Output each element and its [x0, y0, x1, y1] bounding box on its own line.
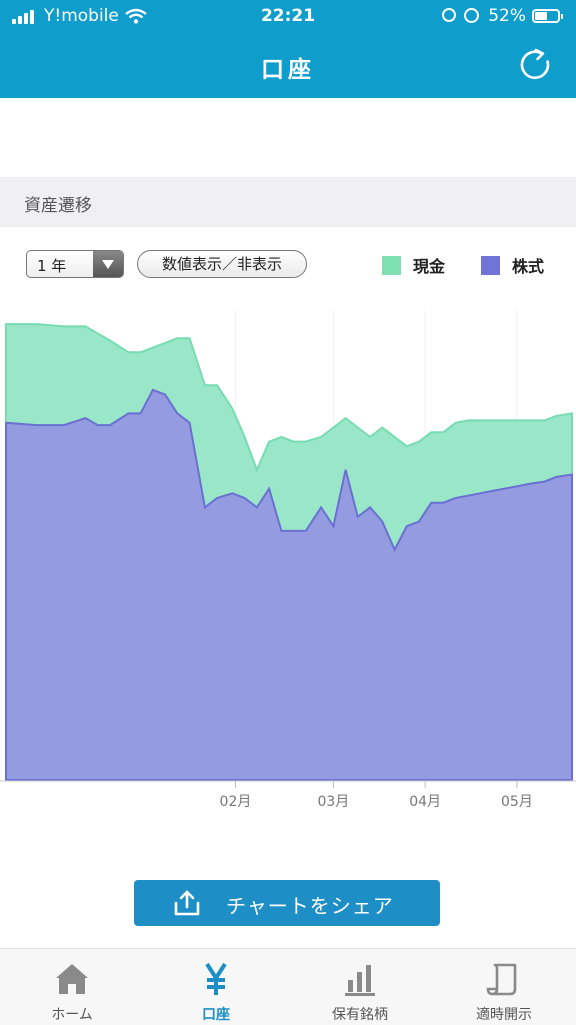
tab-holdings[interactable]: 保有銘柄: [288, 949, 432, 1025]
tab-account[interactable]: 口座: [144, 949, 288, 1025]
alarm-icon: [464, 8, 479, 23]
page-title: 口座: [261, 57, 315, 83]
share-icon: [174, 890, 200, 916]
stocks-swatch: [481, 256, 500, 275]
battery-icon: [532, 9, 563, 23]
x-axis-ticks: 02月 03月 04月 05月: [220, 781, 533, 810]
nav-bar: 口座: [0, 34, 576, 98]
yen-icon: [205, 962, 227, 995]
tab-label-home: ホーム: [51, 1007, 93, 1023]
document-icon: [486, 963, 517, 996]
legend-item-cash: 現金: [382, 253, 445, 277]
legend-item-stocks: 株式: [481, 253, 544, 277]
x-tick-label: 04月: [409, 794, 441, 810]
tab-bar: ホーム 口座 保有銘柄 適時開示: [0, 948, 576, 1025]
rotation-lock-icon: [442, 8, 456, 22]
bar-chart-icon: [345, 965, 375, 996]
x-tick-label: 03月: [317, 794, 349, 810]
status-bar: Y!mobile 22:21 52%: [0, 0, 576, 34]
refresh-icon[interactable]: [516, 46, 554, 84]
legend-label-cash: 現金: [413, 257, 446, 276]
asset-transition-chart: 02月 03月 04月 05月: [0, 310, 576, 810]
tab-label-holdings: 保有銘柄: [332, 1007, 388, 1023]
period-select[interactable]: 1 年: [26, 250, 124, 278]
section-header: 資産遷移: [0, 177, 576, 227]
share-chart-button[interactable]: チャートをシェア: [134, 880, 440, 926]
toggle-values-button[interactable]: 数値表示／非表示: [137, 250, 307, 278]
period-value: 1 年: [37, 257, 67, 275]
x-tick-label: 05月: [501, 794, 533, 810]
tab-label-account: 口座: [202, 1007, 230, 1023]
tab-label-disclosure: 適時開示: [476, 1007, 532, 1023]
section-title: 資産遷移: [24, 196, 92, 216]
dropdown-arrow-icon: [93, 251, 123, 277]
share-label: チャートをシェア: [226, 894, 394, 918]
tab-disclosure[interactable]: 適時開示: [432, 949, 576, 1025]
legend-label-stocks: 株式: [512, 257, 545, 276]
x-tick-label: 02月: [220, 794, 252, 810]
battery-percent: 52%: [488, 6, 526, 26]
tab-home[interactable]: ホーム: [0, 949, 144, 1025]
cash-swatch: [382, 256, 401, 275]
home-icon: [56, 964, 88, 994]
